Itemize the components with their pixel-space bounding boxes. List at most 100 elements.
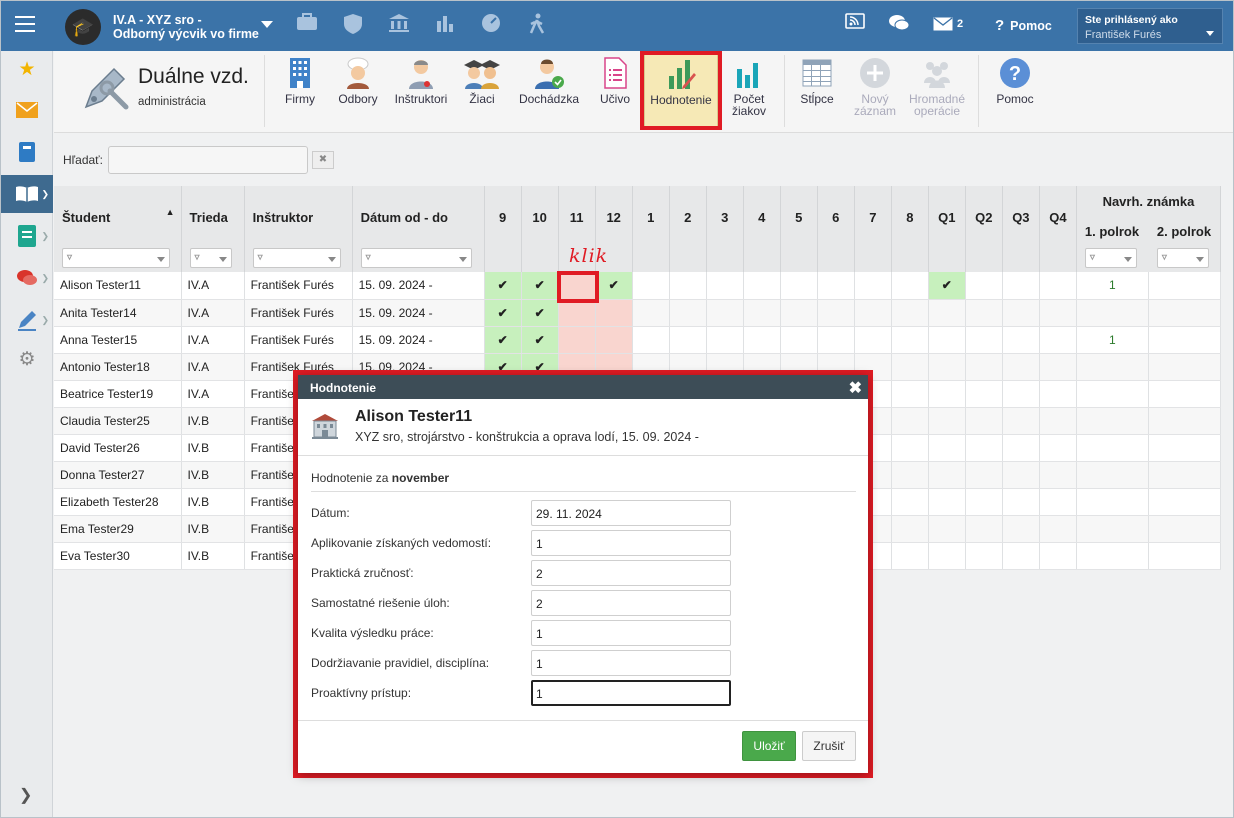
cell-q1[interactable] <box>928 326 966 354</box>
toolbar-instruktori[interactable]: Inštruktori <box>392 51 450 131</box>
col-month[interactable]: 2 <box>669 186 707 272</box>
cell-q1[interactable] <box>928 299 966 327</box>
cell-month-6[interactable] <box>817 299 855 327</box>
toolbar-stlpce[interactable]: Stĺpce <box>794 51 840 131</box>
cell-month-12[interactable]: ✔ <box>595 272 633 300</box>
col-month[interactable]: 3 <box>706 186 744 272</box>
cancel-button[interactable]: Zrušiť <box>802 731 856 761</box>
cell-month-6[interactable] <box>817 326 855 354</box>
chat-bubbles-icon[interactable]: ❯ <box>1 259 53 297</box>
cell-month-6[interactable] <box>817 272 855 300</box>
cell-month-3[interactable] <box>706 326 744 354</box>
grade-field[interactable]: 1 <box>531 620 731 646</box>
cell-month-9[interactable]: ✔ <box>484 326 522 354</box>
cell-q4[interactable] <box>1039 380 1077 408</box>
toolbar-ucivo[interactable]: Učivo <box>592 51 638 131</box>
cell-q4[interactable] <box>1039 407 1077 435</box>
cell-q3[interactable] <box>1002 326 1040 354</box>
date-field[interactable]: 29. 11. 2024 <box>531 500 731 526</box>
toolbar-pomoc[interactable]: ? Pomoc <box>992 51 1038 131</box>
col-month[interactable]: 1 <box>632 186 670 272</box>
cell-q1[interactable] <box>928 542 966 570</box>
cell-month-4[interactable] <box>743 272 781 300</box>
toolbar-ziaci[interactable]: Žiaci <box>460 51 504 131</box>
cell-month-1[interactable] <box>632 326 670 354</box>
clear-icon[interactable]: ✖ <box>312 151 334 169</box>
grade-field[interactable]: 1 <box>531 650 731 676</box>
book-icon[interactable]: ❯ <box>1 175 53 213</box>
cell-month-4[interactable] <box>743 326 781 354</box>
col-month[interactable]: 6 <box>817 186 855 272</box>
filter-half1[interactable]: ▿ <box>1084 248 1137 268</box>
cell-month-2[interactable] <box>669 326 707 354</box>
filter-instructor[interactable]: ▿ <box>252 248 341 268</box>
cell-q3[interactable] <box>1002 407 1040 435</box>
walking-person-icon[interactable] <box>525 13 549 37</box>
cell-month-3[interactable] <box>706 299 744 327</box>
col-month[interactable]: 8 <box>891 186 929 272</box>
bank-icon[interactable] <box>387 13 411 37</box>
chat-icon[interactable] <box>887 13 911 37</box>
gauge-icon[interactable] <box>479 13 503 37</box>
document-icon[interactable]: ❯ <box>1 217 53 255</box>
cell-q1[interactable] <box>928 488 966 516</box>
cell-month-8[interactable] <box>891 353 929 381</box>
cell-month-4[interactable] <box>743 299 781 327</box>
org-selector[interactable]: IV.A - XYZ sro - Odborný výcvik vo firme <box>113 13 259 41</box>
cell-month-8[interactable] <box>891 488 929 516</box>
cell-month-9[interactable]: ✔ <box>484 272 522 300</box>
cell-q3[interactable] <box>1002 515 1040 543</box>
toolbar-firmy[interactable]: Firmy <box>278 51 322 131</box>
cell-month-5[interactable] <box>780 299 818 327</box>
cell-month-7[interactable] <box>854 326 892 354</box>
toolbar-dochadzka[interactable]: Dochádzka <box>516 51 582 131</box>
bar-chart-icon[interactable] <box>433 13 457 37</box>
cell-q1[interactable] <box>928 515 966 543</box>
cell-q1[interactable]: ✔ <box>928 272 966 300</box>
cell-month-11[interactable] <box>558 326 596 354</box>
table-row[interactable]: Anita Tester14 IV.A František Furés 15. 09.… <box>54 299 1222 327</box>
cell-q3[interactable] <box>1002 299 1040 327</box>
table-row[interactable]: Anna Tester15 IV.A František Furés 15. 09. … <box>54 326 1222 354</box>
gear-icon[interactable]: ⚙ <box>1 341 53 379</box>
cell-month-8[interactable] <box>891 434 929 462</box>
cell-q2[interactable] <box>965 272 1003 300</box>
grade-field[interactable]: 1 <box>531 530 731 556</box>
cell-q4[interactable] <box>1039 434 1077 462</box>
chevron-right-icon[interactable]: ❯ <box>19 785 32 805</box>
cell-month-5[interactable] <box>780 272 818 300</box>
col-month[interactable]: 5 <box>780 186 818 272</box>
cell-q2[interactable] <box>965 326 1003 354</box>
col-quarter[interactable]: Q2 <box>965 186 1003 272</box>
col-instructor[interactable]: Inštruktor ▿ <box>244 186 353 272</box>
col-quarter[interactable]: Q4 <box>1039 186 1077 272</box>
cell-q2[interactable] <box>965 461 1003 489</box>
cell-q1[interactable] <box>928 353 966 381</box>
cell-q2[interactable] <box>965 380 1003 408</box>
toolbar-odbory[interactable]: Odbory <box>334 51 382 131</box>
menu-icon[interactable] <box>15 16 35 34</box>
col-class[interactable]: Trieda ▿ <box>181 186 245 272</box>
envelope-icon[interactable] <box>1 91 53 129</box>
cell-q3[interactable] <box>1002 434 1040 462</box>
notebook-icon[interactable] <box>1 133 53 171</box>
col-date[interactable]: Dátum od - do ▿ <box>352 186 485 272</box>
user-menu[interactable]: Ste prihlásený ako František Furés <box>1077 8 1223 44</box>
cell-q2[interactable] <box>965 434 1003 462</box>
cell-q1[interactable] <box>928 407 966 435</box>
cell-month-3[interactable] <box>706 272 744 300</box>
cell-month-9[interactable]: ✔ <box>484 299 522 327</box>
filter-student[interactable]: ▿ <box>62 248 170 268</box>
cell-q2[interactable] <box>965 407 1003 435</box>
cell-q3[interactable] <box>1002 488 1040 516</box>
cell-q4[interactable] <box>1039 488 1077 516</box>
cell-q2[interactable] <box>965 488 1003 516</box>
cell-month-1[interactable] <box>632 299 670 327</box>
cell-q4[interactable] <box>1039 272 1077 300</box>
cell-month-2[interactable] <box>669 272 707 300</box>
cell-q2[interactable] <box>965 542 1003 570</box>
search-input[interactable] <box>108 146 308 174</box>
col-student[interactable]: Študent ▲ ▿ <box>54 186 182 272</box>
col-quarter[interactable]: Q3 <box>1002 186 1040 272</box>
filter-date[interactable]: ▿ <box>360 248 472 268</box>
